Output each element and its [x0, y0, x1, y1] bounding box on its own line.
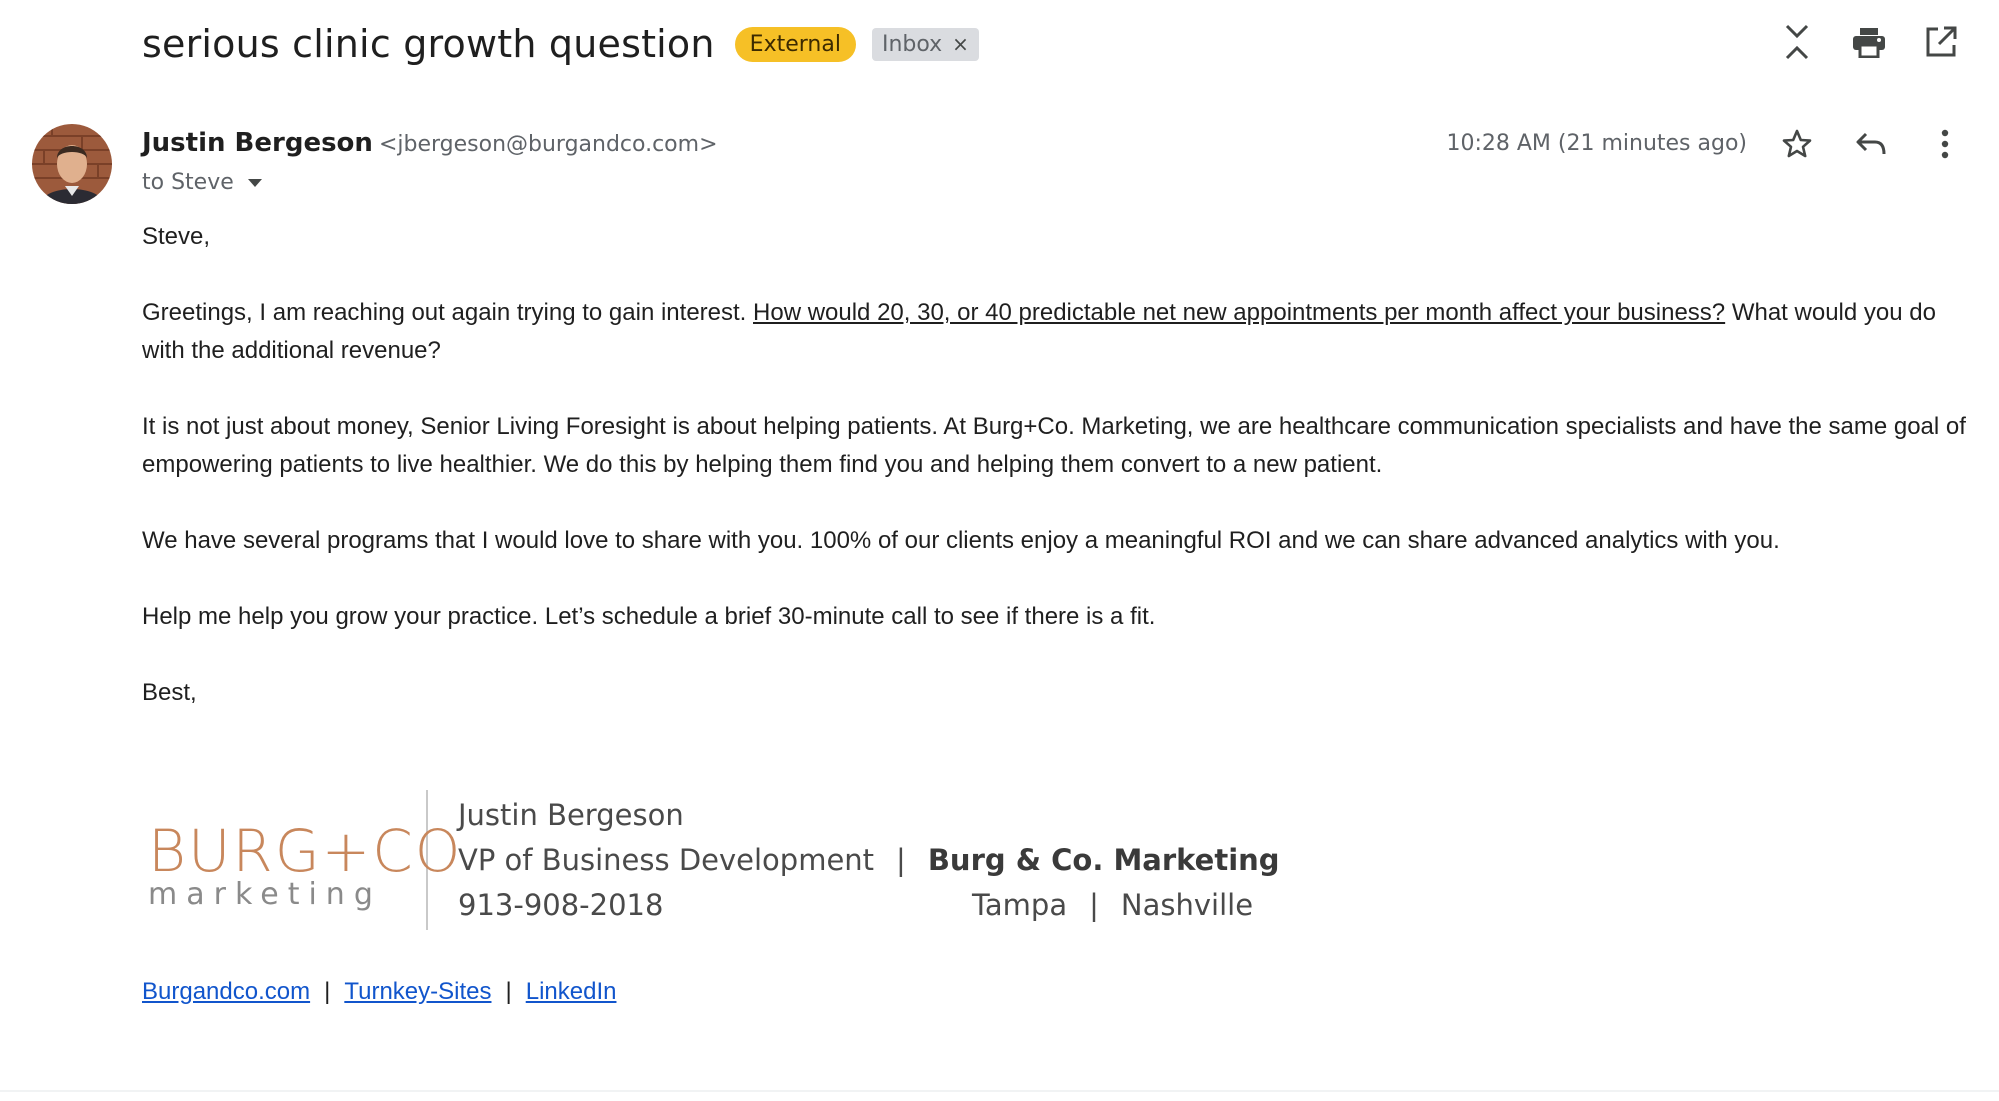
- turnkey-sites-link[interactable]: Turnkey-Sites: [344, 978, 491, 1005]
- external-badge: External: [734, 26, 856, 62]
- signature-company: Burg & Co. Marketing: [927, 842, 1280, 877]
- thread-toolbar: [1779, 22, 1959, 62]
- star-button[interactable]: [1779, 124, 1815, 164]
- bottom-divider: [0, 1090, 1999, 1092]
- signature-details: Justin Bergeson VP of Business Developme…: [458, 793, 1280, 928]
- message-timestamp: 10:28 AM (21 minutes ago): [1446, 131, 1747, 156]
- sender-line: Justin Bergeson <jbergeson@burgandco.com…: [142, 128, 718, 158]
- sender-name[interactable]: Justin Bergeson: [142, 128, 373, 158]
- link-separator: |: [505, 978, 512, 1005]
- inbox-label-text: Inbox: [881, 31, 943, 57]
- remove-label-button[interactable]: ×: [952, 32, 969, 56]
- recipient-text: to Steve: [142, 170, 234, 195]
- burgco-logo: BURG+CO marketing: [142, 805, 460, 915]
- subject-header: serious clinic growth question External …: [142, 18, 979, 70]
- reply-button[interactable]: [1853, 124, 1889, 164]
- message-actions: [1779, 124, 1963, 164]
- more-options-button[interactable]: [1927, 124, 1963, 164]
- paragraph-text: Greetings, I am reaching out again tryin…: [142, 299, 754, 326]
- print-button[interactable]: [1851, 22, 1887, 62]
- signature-links: Burgandco.com | Turnkey-Sites | LinkedIn: [142, 978, 616, 1006]
- sender-avatar[interactable]: [32, 124, 112, 204]
- print-icon: [1853, 28, 1885, 58]
- greeting: Steve,: [142, 223, 211, 250]
- signature-city: Tampa: [972, 887, 1068, 922]
- body-paragraph: Greetings, I am reaching out again tryin…: [142, 294, 1982, 370]
- linkedin-link[interactable]: LinkedIn: [526, 978, 617, 1005]
- body-paragraph: We have several programs that I would lo…: [142, 527, 1780, 554]
- signature-title: VP of Business Development: [458, 842, 875, 877]
- logo-subtext: marketing: [148, 877, 382, 912]
- person-photo-icon: [32, 124, 112, 204]
- reply-icon: [1856, 132, 1886, 155]
- inbox-label-chip[interactable]: Inbox ×: [871, 27, 979, 61]
- email-signature: BURG+CO marketing Justin Bergeson VP of …: [142, 790, 1280, 930]
- more-vert-icon: [1941, 129, 1949, 159]
- caret-down-icon: [247, 178, 262, 187]
- email-subject: serious clinic growth question: [142, 22, 715, 66]
- open-in-new-window-button[interactable]: [1923, 22, 1959, 62]
- closing: Best,: [142, 679, 197, 706]
- recipient-details-toggle[interactable]: to Steve: [142, 170, 262, 195]
- question-link[interactable]: How would 20, 30, or 40 predictable net …: [753, 299, 1725, 326]
- signature-phone[interactable]: 913-908-2018: [458, 883, 663, 928]
- body-paragraph: Help me help you grow your practice. Let…: [142, 603, 1156, 630]
- collapse-all-button[interactable]: [1779, 22, 1815, 62]
- sender-email[interactable]: <jbergeson@burgandco.com>: [379, 132, 718, 157]
- signature-city: Nashville: [1120, 887, 1254, 922]
- star-icon: [1782, 129, 1812, 158]
- signature-name: Justin Bergeson: [458, 797, 684, 832]
- signature-separator: |: [1089, 887, 1099, 922]
- link-separator: |: [324, 978, 331, 1005]
- open-in-new-window-icon: [1926, 26, 1957, 57]
- signature-separator: |: [896, 842, 906, 877]
- message-body: Steve, Greetings, I am reaching out agai…: [142, 218, 1982, 750]
- logo-wordmark: BURG+CO: [148, 817, 463, 885]
- website-link[interactable]: Burgandco.com: [142, 978, 310, 1005]
- body-paragraph: It is not just about money, Senior Livin…: [142, 413, 1966, 478]
- collapse-all-icon: [1785, 24, 1809, 60]
